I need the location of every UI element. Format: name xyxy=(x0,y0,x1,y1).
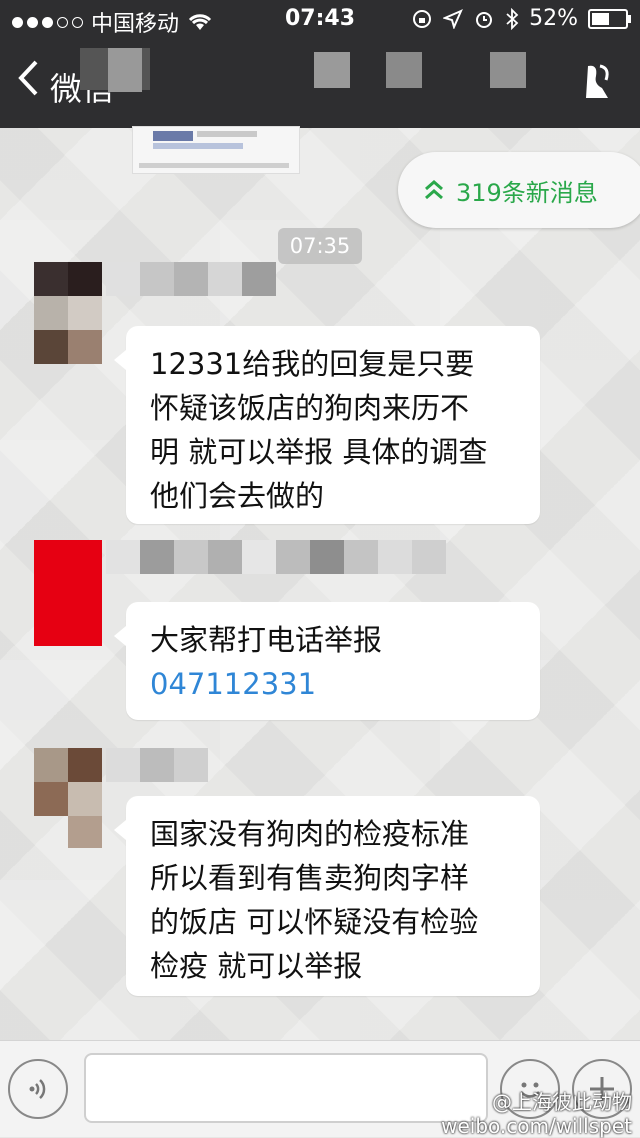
voice-icon xyxy=(29,1079,46,1099)
phone-number-link[interactable]: 047112331 xyxy=(150,662,518,706)
link-thumb xyxy=(153,131,193,141)
redacted-title-block xyxy=(108,48,142,92)
chevron-left-icon xyxy=(18,60,38,96)
link-text-blur xyxy=(153,143,243,149)
redacted-title-block xyxy=(490,52,526,88)
nav-bar: 微信 xyxy=(0,40,640,128)
avatar[interactable] xyxy=(34,262,102,370)
new-messages-button[interactable]: 319条新消息 xyxy=(398,152,640,228)
message-line: 明 就可以举报 具体的调查 xyxy=(150,435,488,469)
sender-name-redacted xyxy=(106,262,276,296)
watermark-line1: @上海彼此动物 xyxy=(492,1090,632,1114)
link-footer-blur xyxy=(139,163,289,168)
alarm-icon xyxy=(476,11,493,28)
rotation-lock-icon xyxy=(413,9,432,28)
link-preview-card[interactable] xyxy=(132,126,300,174)
battery-fill xyxy=(592,12,609,25)
watermark-line2: weibo.com/willspet xyxy=(441,1114,632,1138)
sender-name-redacted xyxy=(106,748,208,782)
message-line: 检疫 就可以举报 xyxy=(150,949,363,983)
profile-button[interactable] xyxy=(582,62,618,102)
bluetooth-icon xyxy=(506,7,519,30)
message-bubble[interactable]: 12331给我的回复是只要 怀疑该饭店的狗肉来历不 明 就可以举报 具体的调查 … xyxy=(114,326,540,524)
message-input[interactable] xyxy=(84,1053,488,1123)
sender-name-redacted xyxy=(106,540,446,574)
message-line: 所以看到有售卖狗肉字样 xyxy=(150,861,470,895)
link-text-blur xyxy=(197,131,257,137)
new-messages-label: 319条新消息 xyxy=(456,178,598,207)
battery-percent: 52% xyxy=(529,6,578,31)
avatar[interactable] xyxy=(34,748,102,848)
watermark: @上海彼此动物 weibo.com/willspet xyxy=(441,1090,632,1138)
status-right: 52% xyxy=(411,6,631,31)
double-chevron-up-icon xyxy=(425,180,443,200)
message-line: 的饭店 可以怀疑没有检验 xyxy=(150,905,479,939)
message-line: 12331给我的回复是只要 xyxy=(150,347,475,381)
user-profile-icon xyxy=(586,64,609,98)
voice-button[interactable] xyxy=(8,1059,68,1119)
avatar[interactable] xyxy=(34,540,102,646)
message-bubble[interactable]: 国家没有狗肉的检疫标准 所以看到有售卖狗肉字样 的饭店 可以怀疑没有检验 检疫 … xyxy=(114,796,540,996)
redacted-title-block xyxy=(314,52,350,88)
chat-timestamp: 07:35 xyxy=(278,228,362,264)
location-icon xyxy=(443,8,464,29)
battery-icon xyxy=(588,8,631,29)
message-line: 大家帮打电话举报 xyxy=(150,623,383,657)
message-bubble[interactable]: 大家帮打电话举报 047112331 xyxy=(114,602,540,720)
back-button[interactable] xyxy=(16,58,40,105)
message-line: 国家没有狗肉的检疫标准 xyxy=(150,817,470,851)
message-line: 他们会去做的 xyxy=(150,479,325,513)
redacted-title-block xyxy=(386,52,422,88)
message-line: 怀疑该饭店的狗肉来历不 xyxy=(150,391,470,425)
status-bar: 中国移动 07:43 52% xyxy=(0,0,640,40)
